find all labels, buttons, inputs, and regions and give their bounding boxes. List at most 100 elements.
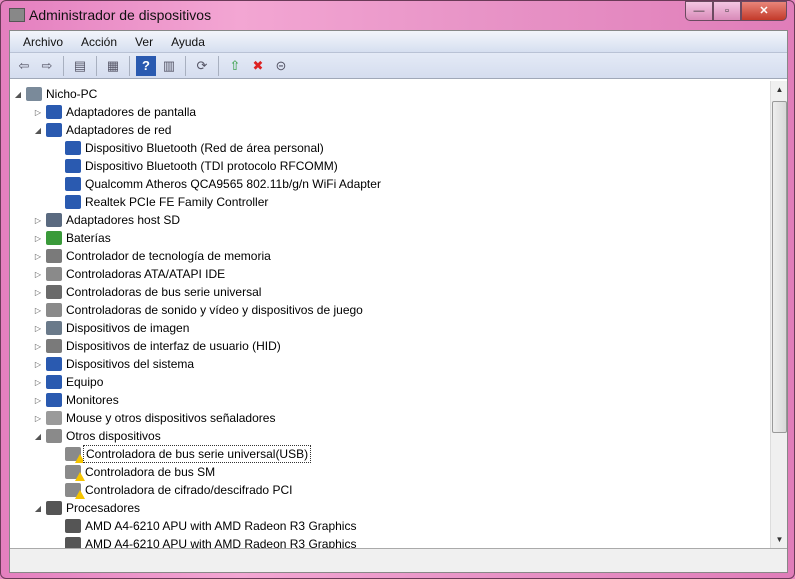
expand-arrow-icon[interactable]: ▷ (34, 378, 42, 387)
toolbar-separator (218, 55, 219, 76)
expand-arrow-icon[interactable]: ▷ (34, 252, 42, 261)
tree-item[interactable]: Realtek PCIe FE Family Controller (10, 193, 770, 211)
tree-item[interactable]: ▷ Controladoras ATA/ATAPI IDE (10, 265, 770, 283)
expand-arrow-icon[interactable]: ▷ (34, 108, 42, 117)
window-title: Administrador de dispositivos (29, 7, 212, 23)
scroll-up-button[interactable]: ▲ (771, 81, 788, 98)
device-tree[interactable]: ◢ Nicho-PC ▷ Adaptadores de pantalla ◢ Adapta… (10, 81, 770, 548)
tree-item[interactable]: ◢ Otros dispositivos (10, 427, 770, 445)
device-icon (46, 123, 62, 137)
tree-item[interactable]: ▷ Dispositivos de imagen (10, 319, 770, 337)
expand-arrow-icon[interactable]: ▷ (34, 342, 42, 351)
device-icon (46, 231, 62, 245)
back-icon[interactable]: ⇦ (14, 56, 34, 76)
uninstall-icon[interactable]: ✖ (248, 56, 268, 76)
tree-item[interactable]: Controladora de bus serie universal(USB) (10, 445, 770, 463)
tree-item[interactable]: ▷ Dispositivos de interfaz de usuario (HI… (10, 337, 770, 355)
show-hide-tree-icon[interactable]: ▤ (70, 56, 90, 76)
device-icon (65, 519, 81, 533)
tree-item-label: Otros dispositivos (66, 429, 161, 443)
device-icon (46, 267, 62, 281)
device-icon (65, 177, 81, 191)
device-icon (65, 465, 85, 481)
tree-item-label: Monitores (66, 393, 119, 407)
collapse-arrow-icon[interactable]: ◢ (34, 432, 42, 441)
collapse-arrow-icon[interactable]: ◢ (34, 504, 42, 513)
tree-item[interactable]: ▷ Dispositivos del sistema (10, 355, 770, 373)
tree-item-label: Dispositivos de interfaz de usuario (HID… (66, 339, 281, 353)
tree-item[interactable]: ▷ Mouse y otros dispositivos señaladores (10, 409, 770, 427)
disable-icon[interactable]: ⊝ (271, 56, 291, 76)
menu-accion[interactable]: Acción (72, 35, 126, 49)
expand-arrow-icon[interactable]: ▷ (34, 360, 42, 369)
tree-item[interactable]: AMD A4-6210 APU with AMD Radeon R3 Graph… (10, 535, 770, 548)
toolbar: ⇦ ⇨ ▤ ▦? ▥ ⟳ ⇧ ✖ ⊝ (10, 53, 787, 79)
device-icon (46, 393, 62, 407)
help-icon[interactable]: ? (136, 55, 156, 76)
tree-item-label: Procesadores (66, 501, 141, 515)
tree-item-label: Realtek PCIe FE Family Controller (85, 195, 269, 209)
action-pane-icon[interactable]: ▥ (159, 56, 179, 76)
tree-item[interactable]: AMD A4-6210 APU with AMD Radeon R3 Graph… (10, 517, 770, 535)
device-icon (46, 321, 62, 335)
tree-item-label: Dispositivo Bluetooth (TDI protocolo RFC… (85, 159, 338, 173)
minimize-button[interactable]: — (685, 1, 713, 21)
forward-icon[interactable]: ⇨ (37, 56, 57, 76)
device-icon (65, 483, 85, 499)
tree-item[interactable]: ◢ Nicho-PC (10, 85, 770, 103)
tree-item[interactable]: ▷ Adaptadores de pantalla (10, 103, 770, 121)
tree-item[interactable]: ▷ Adaptadores host SD (10, 211, 770, 229)
expand-arrow-icon[interactable]: ▷ (34, 270, 42, 279)
device-icon (26, 87, 42, 101)
tree-item[interactable]: ▷ Controladoras de sonido y vídeo y dispo… (10, 301, 770, 319)
tree-item[interactable]: ▷ Controladoras de bus serie universal (10, 283, 770, 301)
tree-item-label: Adaptadores de pantalla (66, 105, 197, 119)
maximize-button[interactable]: ▫ (713, 1, 741, 21)
device-icon (46, 285, 62, 299)
collapse-arrow-icon[interactable]: ◢ (14, 90, 22, 99)
tree-item[interactable]: ◢ Adaptadores de red (10, 121, 770, 139)
scan-hardware-icon[interactable]: ⟳ (192, 56, 212, 76)
tree-item[interactable]: Controladora de cifrado/descifrado PCI (10, 481, 770, 499)
tree-item-label: Controladora de bus SM (85, 465, 216, 479)
expand-arrow-icon[interactable]: ▷ (34, 216, 42, 225)
device-icon (46, 501, 62, 515)
tree-item[interactable]: ▷ Monitores (10, 391, 770, 409)
vertical-scrollbar[interactable]: ▲ ▼ (770, 81, 787, 548)
tree-item-label: Controlador de tecnología de memoria (66, 249, 271, 263)
menu-ayuda[interactable]: Ayuda (162, 35, 214, 49)
tree-item[interactable]: ◢ Procesadores (10, 499, 770, 517)
expand-arrow-icon[interactable]: ▷ (34, 234, 42, 243)
tree-item[interactable]: Controladora de bus SM (10, 463, 770, 481)
tree-item-label: Mouse y otros dispositivos señaladores (66, 411, 276, 425)
expand-arrow-icon[interactable]: ▷ (34, 396, 42, 405)
tree-item[interactable]: Dispositivo Bluetooth (Red de área perso… (10, 139, 770, 157)
tree-item[interactable]: ▷ Baterías (10, 229, 770, 247)
tree-item-label: Adaptadores host SD (66, 213, 181, 227)
expand-arrow-icon[interactable]: ▷ (34, 306, 42, 315)
menu-archivo[interactable]: Archivo (14, 35, 72, 49)
expand-arrow-icon[interactable]: ▷ (34, 414, 42, 423)
status-bar (10, 548, 787, 572)
tree-item-label: Dispositivos de imagen (66, 321, 190, 335)
scroll-thumb[interactable] (772, 101, 787, 433)
tree-item-label: AMD A4-6210 APU with AMD Radeon R3 Graph… (85, 537, 357, 548)
close-button[interactable]: ✕ (741, 1, 787, 21)
menu-ver[interactable]: Ver (126, 35, 162, 49)
tree-item[interactable]: ▷ Controlador de tecnología de memoria (10, 247, 770, 265)
collapse-arrow-icon[interactable]: ◢ (34, 126, 42, 135)
device-icon (65, 141, 81, 155)
scroll-down-button[interactable]: ▼ (771, 531, 788, 548)
tree-item[interactable]: Qualcomm Atheros QCA9565 802.11b/g/n WiF… (10, 175, 770, 193)
device-icon (46, 357, 62, 371)
tree-item[interactable]: ▷ Equipo (10, 373, 770, 391)
properties-icon[interactable]: ▦ (103, 56, 123, 76)
expand-arrow-icon[interactable]: ▷ (34, 324, 42, 333)
expand-arrow-icon[interactable]: ▷ (34, 288, 42, 297)
tree-item-label: AMD A4-6210 APU with AMD Radeon R3 Graph… (85, 519, 357, 533)
device-icon (65, 447, 85, 463)
device-icon (46, 213, 62, 227)
tree-item[interactable]: Dispositivo Bluetooth (TDI protocolo RFC… (10, 157, 770, 175)
device-icon (46, 411, 62, 425)
update-driver-icon[interactable]: ⇧ (225, 56, 245, 76)
